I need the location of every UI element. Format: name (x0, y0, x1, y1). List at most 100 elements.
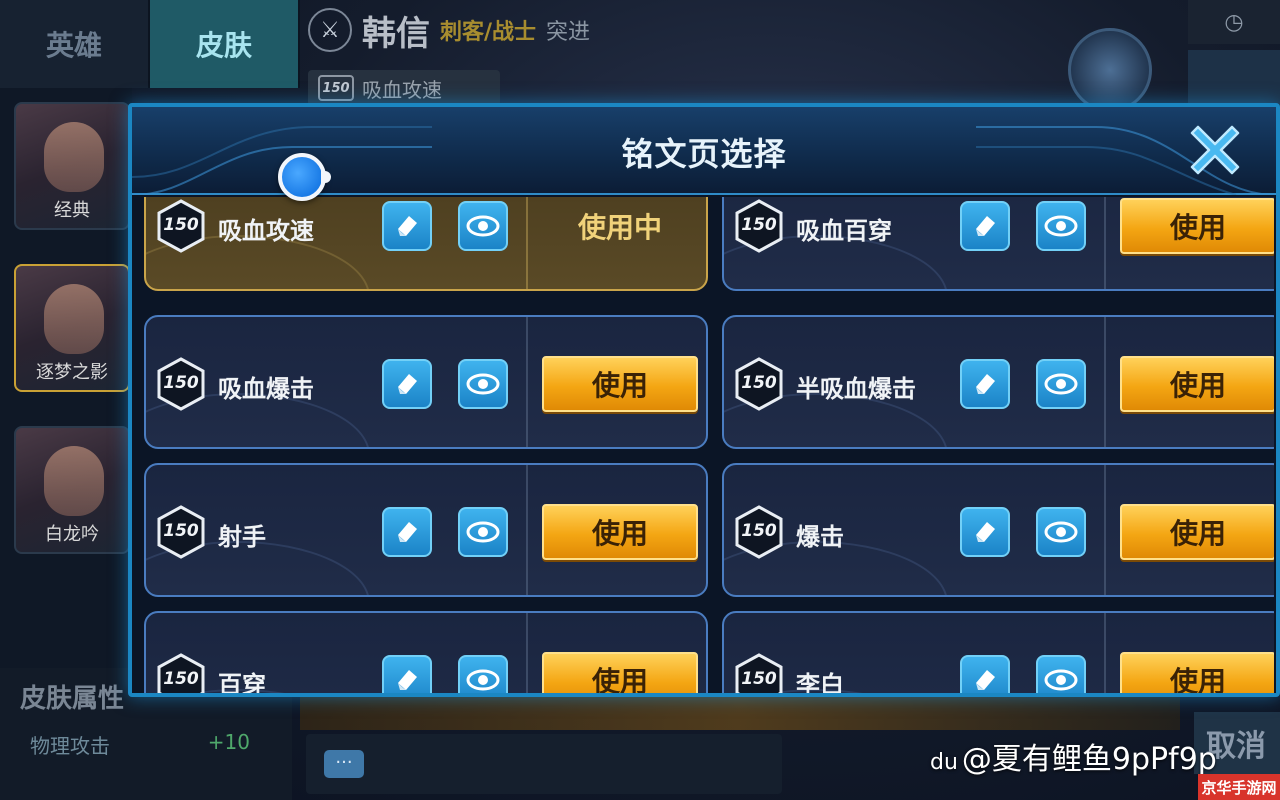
skin-list: 经典 逐梦之影 白龙吟 (0, 88, 132, 708)
edit-rune-page-button[interactable] (382, 359, 432, 409)
floating-assistant-button[interactable] (278, 153, 331, 201)
skin-card-classic[interactable]: 经典 (14, 102, 130, 230)
game-screen: 英雄 皮肤 经典 逐梦之影 白龙吟 ⚔ 韩信 刺客/战士 突进 150 吸血攻速… (0, 0, 1280, 800)
hero-skin-tabs: 英雄 皮肤 (0, 0, 300, 88)
rune-level: 150 (163, 373, 199, 393)
edit-rune-page-button[interactable] (382, 201, 432, 251)
card-divider (526, 613, 528, 693)
rune-level: 150 (163, 215, 199, 235)
rune-page-name: 百穿 (218, 671, 266, 697)
eraser-edit-icon (398, 374, 417, 394)
rune-page-name: 爆击 (796, 523, 844, 551)
rune-page-card[interactable]: 150 爆击 使用 (722, 463, 1274, 597)
use-rune-page-button[interactable]: 使用 (542, 652, 698, 693)
preview-rune-page-button[interactable] (458, 507, 508, 557)
side-panel-button[interactable] (1188, 50, 1280, 106)
card-divider (526, 465, 528, 595)
use-rune-page-button[interactable]: 使用 (1120, 356, 1274, 412)
use-rune-page-button[interactable]: 使用 (1120, 504, 1274, 560)
hexagon-level-badge-icon: 150 (734, 357, 784, 411)
background-decoration (300, 696, 1180, 730)
rune-page-card[interactable]: 150 百穿 使用 (144, 611, 708, 697)
skin-portrait (44, 122, 104, 192)
rune-level: 150 (741, 215, 777, 235)
rune-level: 150 (741, 669, 777, 689)
preview-rune-page-button[interactable] (458, 655, 508, 693)
use-rune-page-button[interactable]: 使用 (542, 504, 698, 560)
tab-hero[interactable]: 英雄 (0, 0, 150, 88)
card-divider (1104, 465, 1106, 595)
rune-page-card[interactable]: 150 李白 使用 (722, 611, 1274, 693)
skin-attribute-title: 皮肤属性 (20, 684, 125, 714)
skin-label: 逐梦之影 (36, 362, 108, 383)
rune-page-card[interactable]: 150 半吸血爆击 使用 (722, 315, 1274, 449)
paw-logo-icon: du (930, 750, 958, 775)
chat-bar[interactable]: ··· (306, 734, 782, 794)
hexagon-level-badge-icon: 150 (156, 357, 206, 411)
rune-page-card[interactable]: 150 吸血百穿 使用 (722, 197, 1274, 291)
hexagon-level-badge-icon: 150 (156, 199, 206, 253)
skin-card[interactable]: 白龙吟 (14, 426, 130, 554)
skin-portrait (44, 446, 104, 516)
preview-rune-page-button[interactable] (1036, 507, 1086, 557)
hexagon-level-badge-icon: 150 (734, 653, 784, 693)
eye-icon (1044, 669, 1078, 691)
card-divider (1104, 197, 1106, 289)
use-rune-page-button[interactable]: 使用 (1120, 198, 1274, 254)
chat-bubble-icon[interactable]: ··· (324, 750, 364, 778)
hero-name: 韩信 (362, 13, 430, 54)
eye-icon (466, 373, 500, 395)
site-badge: 京华手游网 (1198, 774, 1280, 800)
eraser-edit-icon (398, 522, 417, 542)
eye-icon (466, 669, 500, 691)
skin-label: 白龙吟 (45, 524, 99, 545)
skin-label: 经典 (54, 200, 90, 221)
watermark: du @夏有鲤鱼9pPf9p (930, 734, 1217, 778)
skill-globe-icon (1068, 28, 1152, 112)
eraser-edit-icon (976, 670, 995, 690)
edit-rune-page-button[interactable] (960, 655, 1010, 693)
current-rune-chip[interactable]: 150 吸血攻速 (308, 70, 500, 106)
card-divider (526, 317, 528, 447)
rune-page-name: 吸血爆击 (218, 375, 314, 403)
rune-page-list: 150 吸血攻速 使用中 150 吸血百穿 使用 150 吸血爆击 使用 150 半吸血爆击 使用 15… (138, 197, 1274, 697)
watermark-text: @夏有鲤鱼9pPf9p (961, 742, 1217, 777)
edit-rune-page-button[interactable] (960, 359, 1010, 409)
rune-level-badge: 150 (318, 75, 354, 101)
edit-rune-page-button[interactable] (960, 201, 1010, 251)
skin-card-selected[interactable]: 逐梦之影 (14, 264, 130, 392)
eraser-edit-icon (976, 522, 995, 542)
eraser-edit-icon (398, 670, 417, 690)
attribute-row: 物理攻击 +10 (30, 730, 250, 759)
rune-page-name: 吸血攻速 (218, 217, 314, 245)
rune-level: 150 (741, 373, 777, 393)
tab-skin[interactable]: 皮肤 (150, 0, 300, 88)
preview-rune-page-button[interactable] (1036, 201, 1086, 251)
hero-header: ⚔ 韩信 刺客/战士 突进 (300, 0, 1200, 60)
close-button[interactable] (1184, 119, 1246, 181)
use-rune-page-button[interactable]: 使用 (542, 356, 698, 412)
eraser-edit-icon (398, 216, 417, 236)
rune-level: 150 (163, 669, 199, 689)
close-x-icon (1190, 125, 1240, 175)
hexagon-level-badge-icon: 150 (156, 653, 206, 693)
preview-rune-page-button[interactable] (1036, 655, 1086, 693)
preview-rune-page-button[interactable] (458, 359, 508, 409)
eye-icon (466, 521, 500, 543)
edit-rune-page-button[interactable] (382, 507, 432, 557)
preview-rune-page-button[interactable] (458, 201, 508, 251)
eraser-edit-icon (976, 374, 995, 394)
use-rune-page-button[interactable]: 使用 (1120, 652, 1274, 693)
rune-page-name: 半吸血爆击 (796, 375, 916, 403)
edit-rune-page-button[interactable] (382, 655, 432, 693)
rune-page-card[interactable]: 150 吸血爆击 使用 (144, 315, 708, 449)
rune-page-card[interactable]: 150 射手 使用 (144, 463, 708, 597)
preview-rune-page-button[interactable] (1036, 359, 1086, 409)
card-divider (1104, 317, 1106, 447)
attribute-label: 物理攻击 (30, 734, 110, 758)
edit-rune-page-button[interactable] (960, 507, 1010, 557)
eye-icon (1044, 373, 1078, 395)
current-rune-name: 吸血攻速 (362, 77, 442, 102)
rune-page-card[interactable]: 150 吸血攻速 使用中 (144, 197, 708, 291)
rune-level: 150 (741, 521, 777, 541)
